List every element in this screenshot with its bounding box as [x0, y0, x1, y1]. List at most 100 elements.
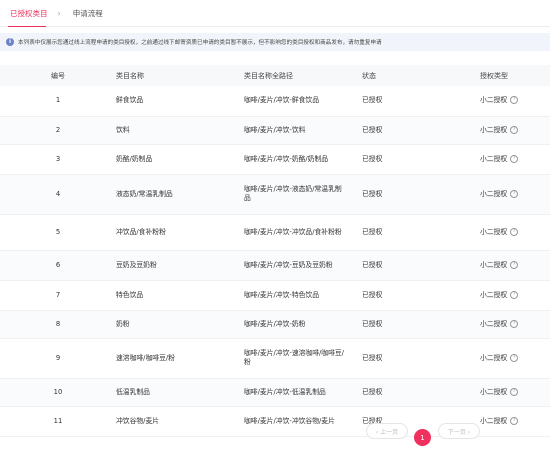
cell-status-text: 已授权 [362, 227, 383, 236]
help-icon[interactable]: ? [510, 227, 519, 236]
cell-auth-type: 小二授权? [480, 214, 550, 251]
notice-bar: i 本列表中仅展示您通过线上流程申请的类目授权，之前通过线下邮寄资质已申请的类目… [0, 33, 550, 51]
cell-category-path-text: 咖啡/麦片/冲饮-冲饮品/食补粉粉 [244, 227, 342, 236]
tab-application-process[interactable]: 申请流程 [71, 8, 105, 19]
help-icon[interactable]: ? [510, 319, 519, 328]
cell-category-name: 冲饮品/食补粉粉 [116, 214, 244, 251]
cell-status: 已授权 [362, 250, 480, 281]
cell-auth-type: 小二授权? [480, 250, 550, 281]
cell-status: 已授权 [362, 378, 480, 407]
cell-category-path-text: 咖啡/麦片/冲饮-豆奶及豆奶粉 [244, 260, 333, 269]
cell-category-path: 咖啡/麦片/冲饮-冲饮谷物/麦片 [244, 406, 362, 437]
cell-category-name: 冲饮谷物/麦片 [116, 406, 244, 437]
cell-category-name: 鲜食饮品 [116, 86, 244, 117]
cell-id-text: 7 [55, 290, 61, 299]
cell-id-text: 11 [53, 416, 63, 425]
tab-authorized-categories[interactable]: 已授权类目 [8, 8, 50, 19]
cell-id: 3 [0, 144, 116, 175]
table-row: 5 冲饮品/食补粉粉 咖啡/麦片/冲饮-冲饮品/食补粉粉 已授权 小二授权? [0, 214, 550, 251]
chevron-right-icon: › [57, 8, 61, 18]
cell-category-name-text: 低温乳制品 [116, 387, 150, 396]
cell-auth-type: 小二授权? [480, 144, 550, 175]
tab-bar: 已授权类目 › 申请流程 [0, 0, 550, 27]
cell-category-name: 奶粉 [116, 310, 244, 339]
cell-status: 已授权 [362, 310, 480, 339]
cell-auth-type-text: 小二授权 [480, 416, 508, 425]
table-row: 6 豆奶及豆奶粉 咖啡/麦片/冲饮-豆奶及豆奶粉 已授权 小二授权? [0, 250, 550, 281]
table-row: 7 特色饮品 咖啡/麦片/冲饮-特色饮品 已授权 小二授权? [0, 280, 550, 311]
cell-category-path-text: 咖啡/麦片/冲饮-低温乳制品 [244, 387, 326, 396]
cell-id: 4 [0, 174, 116, 215]
cell-category-name-text: 鲜食饮品 [116, 96, 144, 105]
cell-auth-type-text: 小二授权 [480, 353, 508, 362]
active-tab-indicator [8, 25, 46, 27]
help-icon[interactable]: ? [510, 387, 519, 396]
table-header-row: 编号 类目名称 类目名称全路径 状态 授权类型 [0, 65, 550, 86]
cell-category-path: 咖啡/麦片/冲饮-特色饮品 [244, 280, 362, 311]
cell-auth-type: 小二授权? [480, 174, 550, 215]
cell-category-path: 咖啡/麦片/冲饮-速溶咖啡/咖啡豆/粉 [244, 338, 362, 379]
cell-status-text: 已授权 [362, 189, 383, 198]
cell-auth-type-text: 小二授权 [480, 154, 508, 163]
help-icon[interactable]: ? [510, 189, 519, 198]
table-row: 8 奶粉 咖啡/麦片/冲饮-奶粉 已授权 小二授权? [0, 310, 550, 339]
header-auth-type: 授权类型 [480, 65, 550, 86]
cell-status-text: 已授权 [362, 154, 383, 163]
next-page-button[interactable]: 下一页 › [438, 423, 480, 439]
cell-status-text: 已授权 [362, 290, 383, 299]
cell-auth-type-text: 小二授权 [480, 189, 508, 198]
help-icon[interactable]: ? [510, 260, 519, 269]
cell-id: 5 [0, 214, 116, 251]
table-row: 10 低温乳制品 咖啡/麦片/冲饮-低温乳制品 已授权 小二授权? [0, 378, 550, 407]
cell-auth-type: 小二授权? [480, 280, 550, 311]
cell-category-path: 咖啡/麦片/冲饮-奶酪/奶制品 [244, 144, 362, 175]
cell-status-text: 已授权 [362, 96, 383, 105]
current-page-button[interactable]: 1 [414, 429, 431, 446]
cell-auth-type: 小二授权? [480, 310, 550, 339]
cell-id-text: 10 [53, 387, 63, 396]
prev-page-button[interactable]: ‹ 上一页 [366, 423, 408, 439]
category-table: 编号 类目名称 类目名称全路径 状态 授权类型 1 鲜食饮品 咖啡/麦片/冲饮-鲜食… [0, 65, 550, 437]
cell-status: 已授权 [362, 86, 480, 117]
help-icon[interactable]: ? [510, 96, 519, 105]
header-status: 状态 [362, 65, 480, 86]
cell-status: 已授权 [362, 144, 480, 175]
cell-auth-type: 小二授权? [480, 338, 550, 379]
cell-category-path-text: 咖啡/麦片/冲饮-奶酪/奶制品 [244, 154, 329, 163]
cell-status-text: 已授权 [362, 353, 383, 362]
help-icon[interactable]: ? [510, 416, 519, 425]
cell-category-path: 咖啡/麦片/冲饮-饮料 [244, 116, 362, 145]
cell-category-path-text: 咖啡/麦片/冲饮-液态奶/常温乳制品 [244, 185, 342, 202]
cell-category-path-text: 咖啡/麦片/冲饮-特色饮品 [244, 290, 320, 299]
cell-status-text: 已授权 [362, 125, 383, 134]
cell-category-name: 奶酪/奶制品 [116, 144, 244, 175]
cell-auth-type-text: 小二授权 [480, 387, 508, 396]
help-icon[interactable]: ? [510, 353, 519, 362]
help-icon[interactable]: ? [510, 125, 519, 134]
help-icon[interactable]: ? [510, 290, 519, 299]
cell-status: 已授权 [362, 174, 480, 215]
info-icon: i [6, 38, 14, 46]
help-icon[interactable]: ? [510, 154, 519, 163]
cell-status: 已授权 [362, 338, 480, 379]
cell-status-text: 已授权 [362, 387, 383, 396]
cell-status: 已授权 [362, 280, 480, 311]
cell-id: 9 [0, 338, 116, 379]
cell-category-path: 咖啡/麦片/冲饮-奶粉 [244, 310, 362, 339]
cell-category-path-text: 咖啡/麦片/冲饮-冲饮谷物/麦片 [244, 416, 335, 425]
cell-category-path: 咖啡/麦片/冲饮-液态奶/常温乳制品 [244, 174, 362, 215]
table-row: 9 速溶咖啡/咖啡豆/粉 咖啡/麦片/冲饮-速溶咖啡/咖啡豆/粉 已授权 小二授权? [0, 338, 550, 379]
cell-category-path-text: 咖啡/麦片/冲饮-速溶咖啡/咖啡豆/粉 [244, 349, 344, 366]
cell-id-text: 4 [55, 189, 61, 198]
cell-id: 7 [0, 280, 116, 311]
cell-id: 11 [0, 406, 116, 437]
cell-id: 10 [0, 378, 116, 407]
cell-category-name: 速溶咖啡/咖啡豆/粉 [116, 338, 244, 379]
cell-category-path: 咖啡/麦片/冲饮-冲饮品/食补粉粉 [244, 214, 362, 251]
table-row: 2 饮料 咖啡/麦片/冲饮-饮料 已授权 小二授权? [0, 116, 550, 145]
cell-category-name: 豆奶及豆奶粉 [116, 250, 244, 281]
cell-category-name-text: 豆奶及豆奶粉 [116, 260, 157, 269]
cell-category-path-text: 咖啡/麦片/冲饮-奶粉 [244, 319, 306, 328]
cell-id-text: 1 [55, 96, 61, 105]
cell-auth-type: 小二授权? [480, 406, 550, 437]
